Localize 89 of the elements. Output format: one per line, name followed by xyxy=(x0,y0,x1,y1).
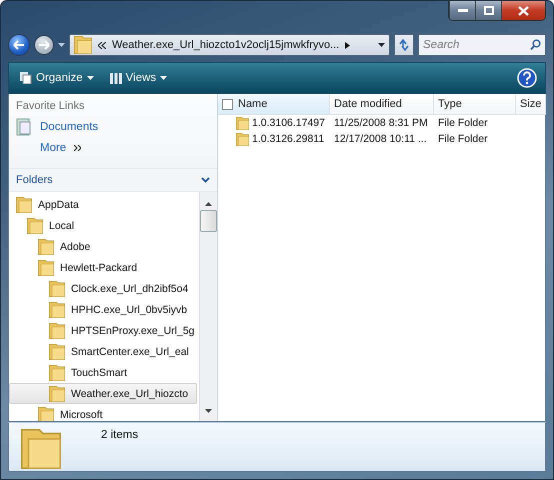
folder-icon xyxy=(27,218,43,234)
folder-tree-item[interactable]: TouchSmart xyxy=(9,362,197,383)
folder-tree-item[interactable]: Hewlett-Packard xyxy=(9,257,197,278)
favorite-link[interactable]: Documents xyxy=(40,121,98,133)
toolbar-button[interactable]: Organize xyxy=(17,70,97,86)
large-folder-icon xyxy=(21,429,61,469)
file-row-name[interactable]: 1.0.3106.17497 xyxy=(218,115,330,131)
folder-icon xyxy=(38,238,54,254)
folder-icon xyxy=(49,322,65,338)
folder-tree-item[interactable]: Adobe xyxy=(9,236,197,257)
table-cell-text: File Folder xyxy=(437,116,489,131)
address-path: Weather.exe_Url_hiozcto1v2oclj15jmwkfryvo... xyxy=(112,39,340,51)
checkbox-icon xyxy=(222,98,233,110)
maximize-button[interactable] xyxy=(475,1,501,20)
close-icon xyxy=(518,6,529,16)
folder-name: Weather.exe_Url_hiozcto xyxy=(71,388,188,400)
scroll-up-icon xyxy=(205,202,212,206)
folder-icon xyxy=(49,364,65,380)
folder-tree-item[interactable]: Clock.exe_Url_dh2ibf5o4 xyxy=(9,278,197,299)
folder-name: Clock.exe_Url_dh2ibf5o4 xyxy=(71,282,188,294)
scroll-thumb[interactable] xyxy=(200,210,217,232)
more-link[interactable]: More xyxy=(40,142,66,154)
maximize-icon xyxy=(484,6,494,15)
table-cell-text: 12/17/2008 10:11 ... xyxy=(333,132,428,147)
table-cell-text: File Folder xyxy=(437,132,489,147)
chevron-down-icon[interactable] xyxy=(201,177,210,183)
caret-icon xyxy=(160,76,168,80)
folder-icon xyxy=(49,344,65,360)
folder-icon xyxy=(74,36,92,54)
documents-icon xyxy=(16,118,32,136)
folder-name: Microsoft xyxy=(60,408,103,420)
folder-tree-item[interactable]: Microsoft xyxy=(9,404,197,421)
arrow-icon xyxy=(345,42,350,48)
minimize-icon xyxy=(458,9,468,12)
folder-tree-item[interactable]: SmartCenter.exe_Url_eal xyxy=(9,341,197,362)
column-header[interactable]: Date modified xyxy=(330,94,434,115)
column-header[interactable]: Name xyxy=(218,94,330,115)
folder-name: SmartCenter.exe_Url_eal xyxy=(71,346,189,358)
scroll-down-icon xyxy=(205,409,212,413)
table-cell-text: 11/25/2008 8:31 PM xyxy=(333,116,429,131)
chevron-icon xyxy=(98,42,106,48)
folder-icon xyxy=(16,196,32,212)
folder-name: Local xyxy=(49,220,74,232)
search-field[interactable]: Search xyxy=(418,34,546,56)
caret-icon xyxy=(58,43,65,47)
refresh-icon xyxy=(398,39,410,51)
arrow-left-icon xyxy=(13,40,25,50)
caret-icon xyxy=(86,76,94,80)
file-row-name[interactable]: 1.0.3126.29811 xyxy=(218,131,330,147)
file-name: 1.0.3106.17497 xyxy=(252,117,325,129)
folder-icon xyxy=(236,132,249,146)
folder-tree-item[interactable]: Local xyxy=(9,215,197,236)
caret-icon xyxy=(378,43,385,47)
double-chevron-icon xyxy=(74,145,82,151)
folder-icon xyxy=(49,280,65,296)
help-icon[interactable] xyxy=(517,68,537,88)
folder-tree-item[interactable]: AppData xyxy=(9,194,197,215)
close-button[interactable] xyxy=(501,1,545,20)
folder-icon xyxy=(49,386,65,402)
column-header[interactable]: Type xyxy=(434,94,516,115)
pane-title: Folders xyxy=(16,174,53,186)
minimize-button[interactable] xyxy=(449,1,475,20)
pane-title: Favorite Links xyxy=(16,100,86,112)
pages-icon xyxy=(20,72,32,84)
folder-tree-item[interactable]: HPHC.exe_Url_0bv5iyvb xyxy=(9,299,197,320)
folder-tree-item[interactable]: HPTSEnProxy.exe_Url_5g xyxy=(9,320,197,341)
folder-tree-item[interactable]: Weather.exe_Url_hiozcto xyxy=(9,383,197,404)
toolbar-button[interactable]: Views xyxy=(106,70,170,86)
back-button[interactable] xyxy=(8,34,30,56)
folder-icon xyxy=(236,116,249,130)
file-name: 1.0.3126.29811 xyxy=(252,133,324,145)
item-count: 2 items xyxy=(101,429,138,443)
column-header[interactable]: Size xyxy=(516,94,546,115)
folder-icon xyxy=(38,406,54,421)
folder-name: HPHC.exe_Url_0bv5iyvb xyxy=(71,304,188,316)
forward-button[interactable] xyxy=(34,35,54,55)
folder-name: TouchSmart xyxy=(71,366,128,378)
arrow-right-icon xyxy=(38,40,50,50)
folder-icon xyxy=(38,260,54,276)
folder-name: AppData xyxy=(38,198,79,210)
folder-name: Adobe xyxy=(60,240,90,252)
folder-icon xyxy=(49,302,65,318)
folder-name: HPTSEnProxy.exe_Url_5g xyxy=(71,324,195,336)
folder-name: Hewlett-Packard xyxy=(60,262,138,274)
refresh-button[interactable] xyxy=(394,34,414,56)
address-bar[interactable]: Weather.exe_Url_hiozcto1v2oclj15jmwkfryvo... xyxy=(69,34,390,56)
views-icon xyxy=(110,72,122,84)
search-icon xyxy=(530,39,541,50)
scrollbar[interactable] xyxy=(199,192,217,421)
